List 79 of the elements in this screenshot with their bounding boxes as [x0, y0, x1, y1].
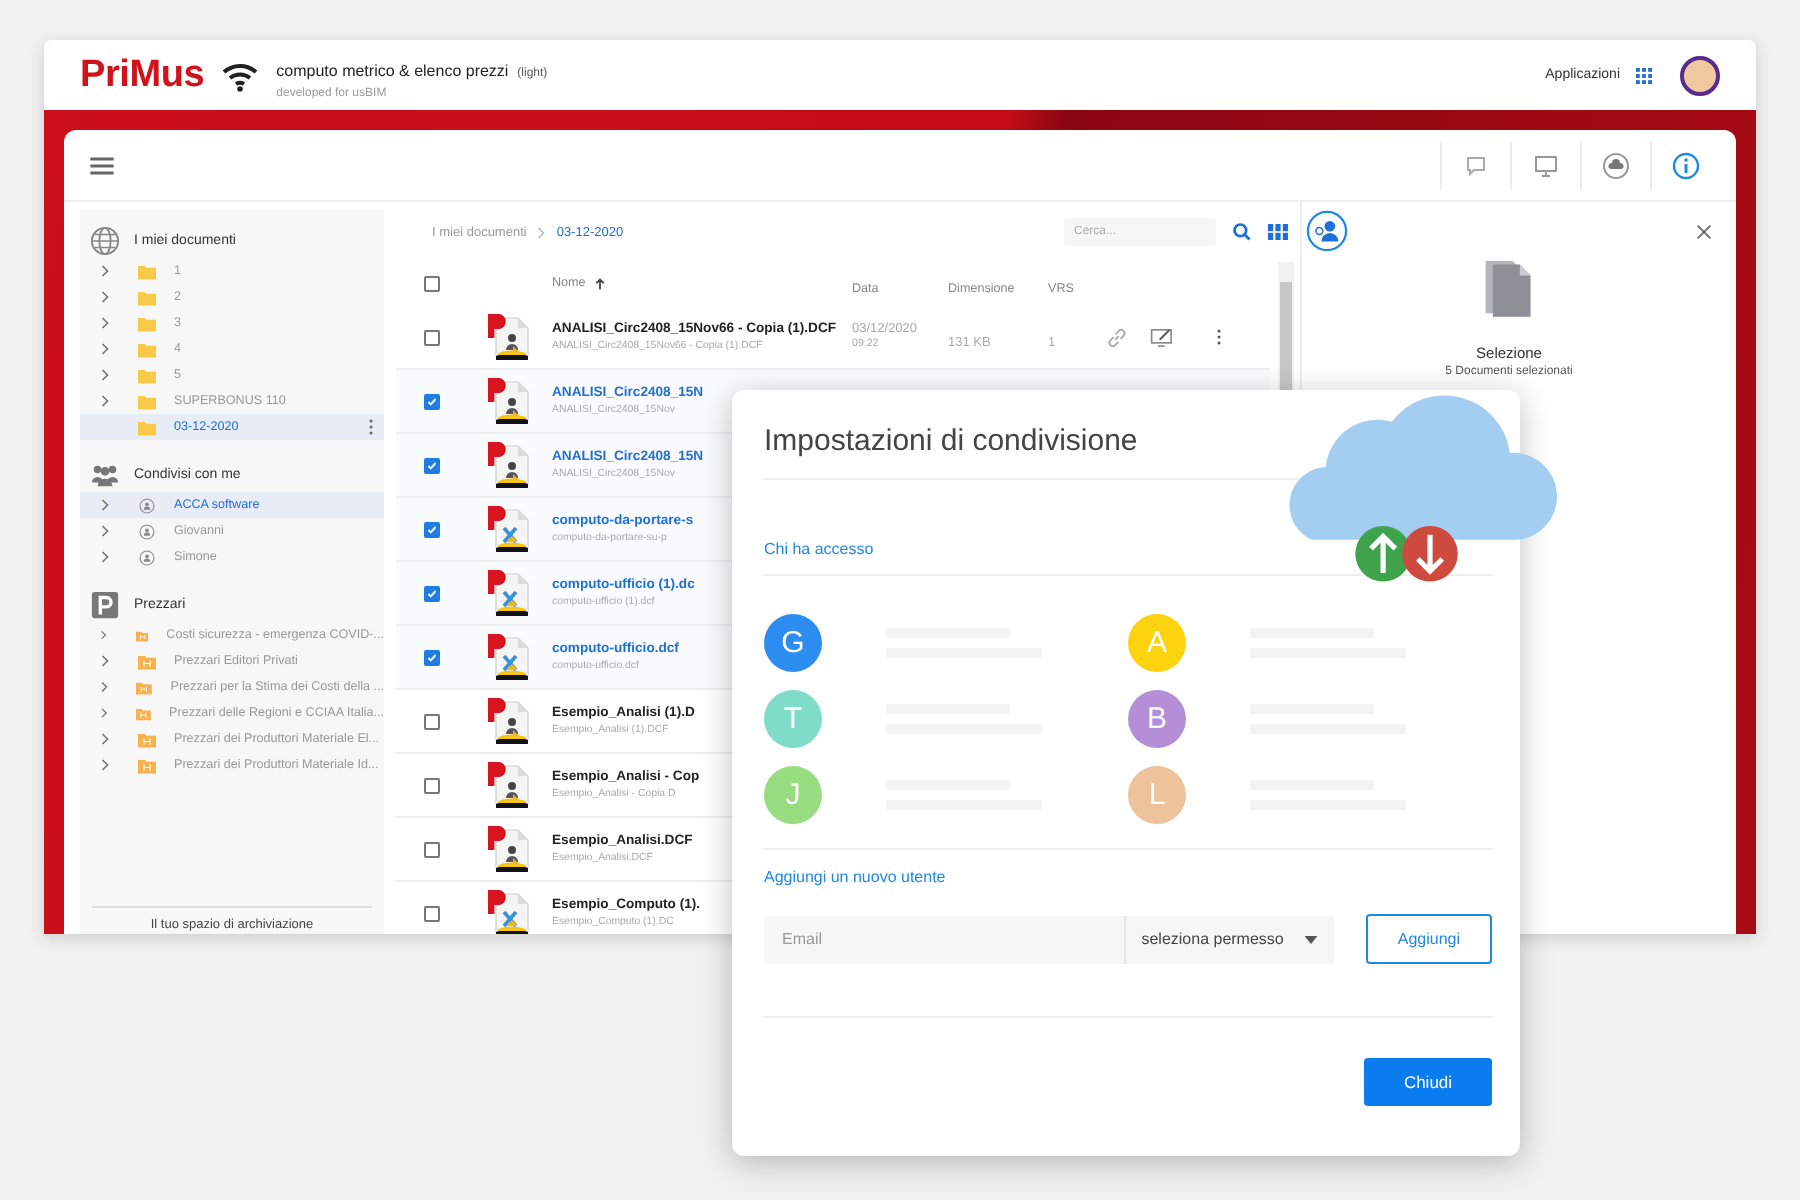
access-heading: Chi ha accesso: [764, 538, 876, 562]
chat-icon[interactable]: [1462, 151, 1490, 179]
analisi-file-icon: [486, 311, 530, 363]
row-checkbox[interactable]: [424, 585, 440, 601]
chevron-icon[interactable]: [100, 758, 110, 772]
chevron-icon[interactable]: [100, 290, 110, 304]
folder-icon: [136, 679, 153, 695]
avatar-initial: T: [783, 701, 803, 735]
user-icon: [138, 523, 156, 539]
chevron-icon[interactable]: [100, 342, 110, 356]
cloud-icon[interactable]: [1602, 151, 1630, 179]
avatar-initial: A: [1146, 625, 1167, 659]
analisi-file-icon: [486, 759, 530, 811]
share-user-icon[interactable]: [1306, 210, 1348, 252]
row-checkbox[interactable]: [424, 457, 440, 473]
search-icon[interactable]: [1232, 222, 1252, 242]
documents-icon: [1482, 256, 1536, 320]
folder-icon: [138, 731, 156, 747]
chevron-icon[interactable]: [100, 680, 109, 694]
chevron-icon[interactable]: [100, 498, 110, 512]
close-icon[interactable]: [1696, 223, 1712, 239]
chevron-icon[interactable]: [100, 628, 108, 642]
more-icon[interactable]: [1216, 328, 1222, 346]
folder-icon: [135, 627, 149, 643]
grid-view-icon[interactable]: [1268, 222, 1288, 242]
row-checkbox[interactable]: [424, 329, 440, 345]
dialog-title: Impostazioni di condivisione: [764, 422, 1140, 462]
row-checkbox[interactable]: [424, 713, 440, 729]
avatar-initial: L: [1148, 777, 1166, 811]
email-field[interactable]: Email: [764, 915, 1124, 963]
computo-file-icon: [486, 503, 530, 555]
chevron-icon: [536, 225, 547, 239]
analisi-file-icon: [486, 823, 530, 875]
edit-monitor-icon[interactable]: [1150, 325, 1176, 349]
row-checkbox[interactable]: [424, 649, 440, 665]
info-icon[interactable]: [1672, 151, 1700, 179]
logo: PriMus: [80, 53, 205, 97]
chevron-icon[interactable]: [100, 550, 110, 564]
avatar-initial: G: [781, 625, 805, 659]
folder-icon: [138, 757, 156, 773]
product-name: computo metrico & elenco prezzi: [276, 62, 509, 81]
folder-icon: [136, 705, 152, 721]
more-icon[interactable]: [368, 418, 374, 436]
row-checkbox[interactable]: [424, 777, 440, 793]
chevron-icon[interactable]: [100, 368, 110, 382]
chevron-icon[interactable]: [100, 654, 110, 668]
row-checkbox[interactable]: [424, 905, 440, 921]
monitor-icon[interactable]: [1532, 151, 1560, 179]
select-all-checkbox[interactable]: [424, 276, 440, 292]
close-button[interactable]: Chiudi: [1364, 1058, 1492, 1106]
row-checkbox[interactable]: [424, 393, 440, 409]
analisi-file-icon: [486, 439, 530, 491]
analisi-file-icon: [486, 695, 530, 747]
add-user-heading: Aggiungi un nuovo utente: [764, 866, 948, 890]
permission-dropdown[interactable]: seleziona permesso: [1123, 915, 1334, 963]
computo-file-icon: [486, 631, 530, 683]
user-icon: [138, 497, 156, 513]
chevron-icon[interactable]: [100, 394, 110, 408]
avatar-initial: B: [1146, 701, 1167, 735]
row-checkbox[interactable]: [424, 521, 440, 537]
p-logo-icon: [90, 589, 120, 619]
avatar-initial: J: [785, 777, 801, 811]
chevron-icon[interactable]: [100, 732, 110, 746]
user-avatar[interactable]: [1680, 55, 1720, 95]
apps-grid-icon[interactable]: [1636, 67, 1652, 83]
link-icon[interactable]: [1104, 325, 1130, 349]
chevron-icon[interactable]: [100, 264, 110, 278]
folder-icon: [138, 653, 156, 669]
globe-icon: [90, 225, 120, 255]
computo-file-icon: [486, 567, 530, 619]
add-button[interactable]: Aggiungi: [1365, 914, 1492, 964]
sort-arrow-icon[interactable]: [593, 278, 606, 290]
row-checkbox[interactable]: [424, 841, 440, 857]
chevron-icon[interactable]: [100, 316, 110, 330]
analisi-file-icon: [486, 375, 530, 427]
user-icon: [138, 549, 156, 565]
chevron-icon[interactable]: [100, 524, 110, 538]
chevron-icon[interactable]: [100, 706, 109, 720]
wifi-icon: [220, 59, 261, 91]
